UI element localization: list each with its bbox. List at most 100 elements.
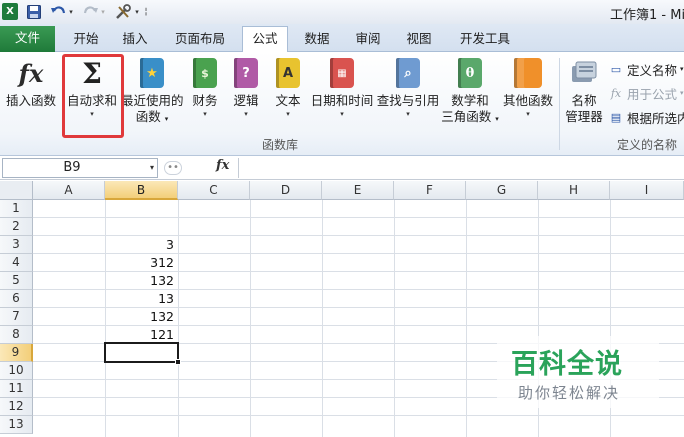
tab-review[interactable]: 审阅 (347, 27, 389, 52)
define-name-icon: ▭ (610, 62, 622, 76)
column-header-b[interactable]: B (105, 181, 178, 200)
lookup-reference-button[interactable]: ⌕ 查找与引用 ▾ (376, 57, 440, 135)
excel-logo-icon[interactable]: X (2, 3, 18, 20)
financial-dropdown-icon[interactable]: ▾ (186, 109, 224, 119)
title-bar: X ▾ ▾ ▾ ¦ 工作簿1 - Mi (0, 0, 684, 24)
lookup-reference-dropdown-icon[interactable]: ▾ (376, 109, 440, 119)
logical-button[interactable]: ? 逻辑 ▾ (228, 57, 264, 135)
redo-dropdown-icon[interactable]: ▾ (99, 3, 107, 20)
select-all-corner[interactable] (0, 181, 33, 200)
gridline (33, 415, 684, 416)
fx-icon: fx (18, 58, 44, 88)
row-header-3[interactable]: 3 (0, 236, 33, 254)
math-trig-label: 数学和 (451, 93, 489, 108)
text-dropdown-icon[interactable]: ▾ (270, 109, 306, 119)
tab-formulas[interactable]: 公式 (242, 26, 288, 52)
cell-b7[interactable]: 132 (105, 308, 178, 326)
column-header-d[interactable]: D (250, 181, 322, 200)
column-header-e[interactable]: E (322, 181, 394, 200)
watermark-subtitle: 助你轻松解决 (518, 384, 621, 402)
logical-label: 逻辑 (233, 93, 259, 108)
tools-dropdown-icon[interactable]: ▾ (133, 3, 141, 20)
autosum-highlight-box (62, 54, 124, 138)
group-label-defined-names: 定义的名称 (616, 138, 677, 152)
cell-b6[interactable]: 13 (105, 290, 178, 308)
cell-b3[interactable]: 3 (105, 236, 178, 254)
row-header-5[interactable]: 5 (0, 272, 33, 290)
magnifier-book-icon: ⌕ (392, 57, 424, 89)
row-header-4[interactable]: 4 (0, 254, 33, 272)
ribbon-tabs: 文件 开始 插入 页面布局 公式 数据 审阅 视图 开发工具 (0, 24, 684, 52)
name-manager-label-2: 管理器 (565, 109, 603, 124)
more-functions-button[interactable]: 其他函数 ▾ (502, 57, 554, 135)
watermark: 百科全说 助你轻松解决 (497, 336, 659, 408)
customize-qat-icon[interactable]: ¦ (142, 3, 150, 20)
recently-used-button[interactable]: ★ 最近使用的 函数 ▾ (121, 57, 184, 135)
row-header-1[interactable]: 1 (0, 200, 33, 218)
text-label: 文本 (275, 93, 301, 108)
formula-bar-resize-handle[interactable]: •• (164, 161, 182, 175)
date-time-label: 日期和时间 (310, 93, 374, 108)
row-header-2[interactable]: 2 (0, 218, 33, 236)
row-header-12[interactable]: 12 (0, 398, 33, 416)
save-icon[interactable] (26, 3, 41, 20)
row-header-7[interactable]: 7 (0, 308, 33, 326)
column-header-h[interactable]: H (538, 181, 610, 200)
name-box[interactable]: B9 ▾ (2, 158, 158, 178)
tab-view[interactable]: 视图 (398, 27, 440, 52)
column-header-c[interactable]: C (178, 181, 250, 200)
name-box-dropdown-icon[interactable]: ▾ (150, 159, 154, 177)
row-header-8[interactable]: 8 (0, 326, 33, 344)
recently-used-label: 最近使用的 (121, 93, 184, 108)
active-cell-b9[interactable] (104, 342, 181, 365)
more-functions-dropdown-icon[interactable]: ▾ (502, 109, 554, 119)
formula-input[interactable] (238, 158, 684, 178)
row-header-10[interactable]: 10 (0, 362, 33, 380)
financial-book-icon: $ (189, 57, 221, 89)
create-from-selection-icon: ▤ (610, 110, 622, 124)
use-in-formula-button[interactable]: fx 用于公式 ▾ (608, 83, 684, 103)
undo-dropdown-icon[interactable]: ▾ (67, 3, 75, 20)
cell-b5[interactable]: 132 (105, 272, 178, 290)
financial-label: 财务 (192, 93, 218, 108)
tools-icon[interactable] (114, 3, 132, 20)
cell-b4[interactable]: 312 (105, 254, 178, 272)
column-header-i[interactable]: I (610, 181, 684, 200)
date-time-dropdown-icon[interactable]: ▾ (309, 109, 375, 119)
calendar-book-icon: ▦ (326, 57, 358, 89)
column-header-a[interactable]: A (33, 181, 105, 200)
column-header-f[interactable]: F (394, 181, 466, 200)
row-header-6[interactable]: 6 (0, 290, 33, 308)
row-header-13[interactable]: 13 (0, 416, 33, 434)
undo-icon[interactable] (50, 3, 66, 20)
tab-page-layout[interactable]: 页面布局 (166, 27, 234, 52)
column-header-g[interactable]: G (466, 181, 538, 200)
lookup-reference-label: 查找与引用 (376, 93, 440, 108)
formula-bar: B9 ▾ •• fx (0, 156, 684, 180)
tab-developer[interactable]: 开发工具 (452, 27, 518, 52)
name-manager-button[interactable]: 名称 管理器 (562, 57, 606, 135)
watermark-title: 百科全说 (511, 349, 623, 380)
redo-icon[interactable] (82, 3, 98, 20)
insert-function-button[interactable]: fx 插入函数 (4, 57, 58, 135)
row-header-9[interactable]: 9 (0, 344, 33, 362)
math-trig-button[interactable]: θ 数学和 三角函数 ▾ (441, 57, 499, 135)
gridline (33, 217, 684, 218)
tab-file[interactable]: 文件 (0, 26, 55, 52)
name-manager-label: 名称 (571, 93, 597, 108)
date-time-button[interactable]: ▦ 日期和时间 ▾ (309, 57, 375, 135)
row-header-11[interactable]: 11 (0, 380, 33, 398)
define-name-button[interactable]: ▭ 定义名称 ▾ (608, 59, 684, 79)
window-title: 工作簿1 - Mi (610, 8, 684, 23)
text-button[interactable]: A 文本 ▾ (270, 57, 306, 135)
tab-insert[interactable]: 插入 (113, 27, 157, 52)
fill-handle[interactable] (175, 359, 181, 365)
group-label-function-library: 函数库 (261, 138, 298, 152)
financial-button[interactable]: $ 财务 ▾ (186, 57, 224, 135)
recently-used-label-2: 函数 ▾ (135, 109, 169, 124)
logical-dropdown-icon[interactable]: ▾ (228, 109, 264, 119)
create-from-selection-button[interactable]: ▤ 根据所选内 (608, 107, 684, 127)
tab-home[interactable]: 开始 (65, 27, 107, 52)
insert-function-fx-icon[interactable]: fx (216, 158, 229, 173)
tab-data[interactable]: 数据 (296, 27, 338, 52)
